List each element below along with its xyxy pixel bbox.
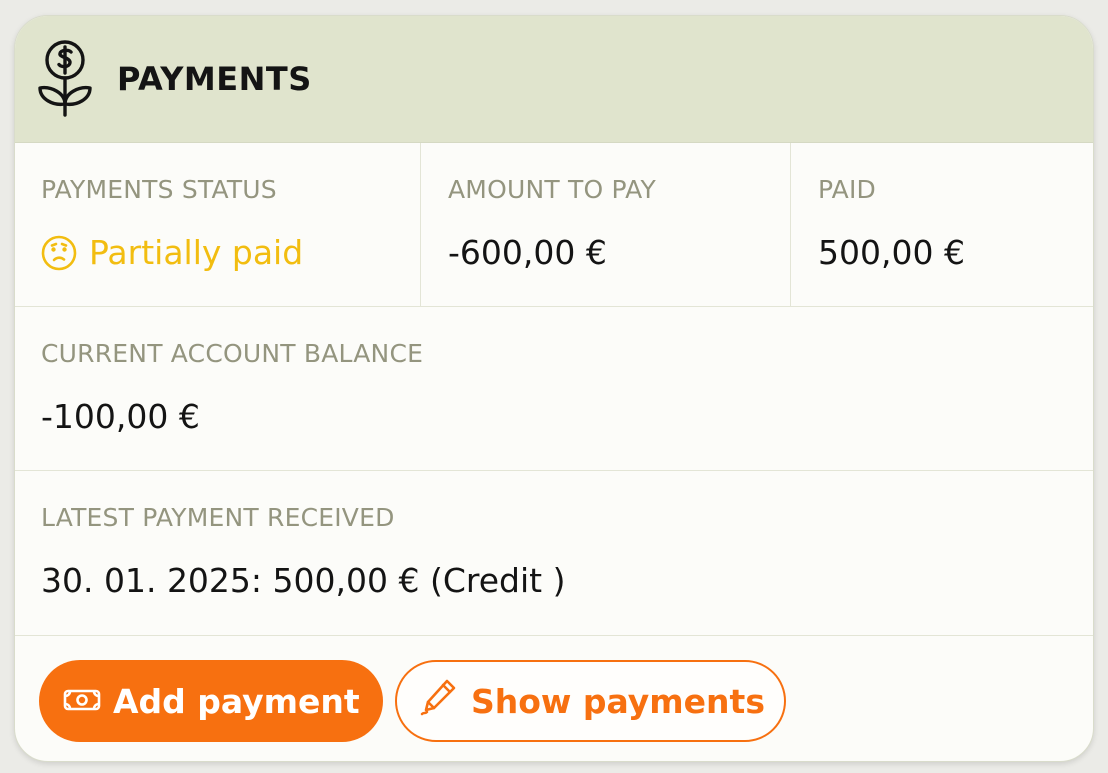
amount-to-pay-value: -600,00 € (448, 233, 607, 272)
payments-card: PAYMENTS PAYMENTS STATUS Partially paid (14, 15, 1094, 762)
amount-to-pay-cell: AMOUNT TO PAY -600,00 € (421, 143, 791, 306)
card-title: PAYMENTS (117, 60, 312, 98)
payments-status-text: Partially paid (89, 233, 304, 272)
show-payments-button[interactable]: Show payments (395, 660, 786, 742)
payments-status-label: PAYMENTS STATUS (41, 175, 277, 204)
worried-face-icon (41, 235, 77, 271)
current-balance-label: CURRENT ACCOUNT BALANCE (41, 339, 424, 368)
banknote-icon (63, 682, 101, 721)
payments-status-cell: PAYMENTS STATUS Partially paid (15, 143, 421, 306)
latest-payment-label: LATEST PAYMENT RECEIVED (41, 503, 395, 532)
pencil-icon (419, 677, 459, 725)
add-payment-label: Add payment (113, 681, 360, 721)
current-balance-cell: CURRENT ACCOUNT BALANCE -100,00 € (15, 307, 1093, 470)
paid-label: PAID (818, 175, 877, 204)
summary-row: PAYMENTS STATUS Partially paid AMOUNT TO… (15, 143, 1093, 307)
money-plant-icon (37, 40, 93, 118)
card-header: PAYMENTS (15, 16, 1093, 143)
balance-row: CURRENT ACCOUNT BALANCE -100,00 € (15, 307, 1093, 471)
current-balance-value: -100,00 € (41, 397, 200, 436)
latest-payment-cell: LATEST PAYMENT RECEIVED 30. 01. 2025: 50… (15, 471, 1093, 635)
paid-value: 500,00 € (818, 233, 965, 272)
paid-cell: PAID 500,00 € (791, 143, 1093, 306)
card-actions: Add payment Show payments (15, 636, 1093, 761)
add-payment-button[interactable]: Add payment (39, 660, 383, 742)
latest-payment-row: LATEST PAYMENT RECEIVED 30. 01. 2025: 50… (15, 471, 1093, 636)
show-payments-label: Show payments (471, 681, 765, 721)
latest-payment-value: 30. 01. 2025: 500,00 € (Credit ) (41, 561, 566, 600)
amount-to-pay-label: AMOUNT TO PAY (448, 175, 656, 204)
payments-status-value: Partially paid (41, 233, 303, 273)
